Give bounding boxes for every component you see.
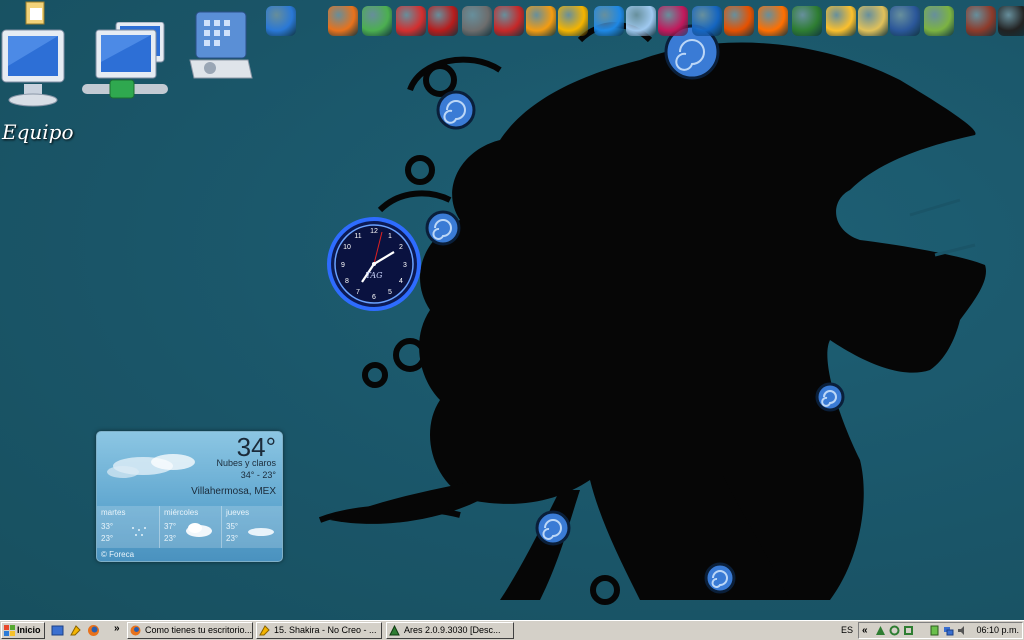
start-label: Inicio [17,625,41,635]
task-ares[interactable]: Ares 2.0.9.3030 [Desc... [386,622,514,639]
svg-text:8: 8 [345,278,349,285]
red-app-icon[interactable] [428,6,458,36]
forecast-low: 23° [226,534,239,543]
ares-tray-icon[interactable] [875,625,886,636]
svg-text:1: 1 [388,233,392,240]
tray-expand-icon[interactable]: « [862,623,868,638]
taskbar: Inicio » Como tienes tu escritorio... 15… [0,620,1024,640]
spinner-icon[interactable] [724,6,754,36]
control-panel-icon[interactable] [188,10,254,82]
svg-text:5: 5 [388,289,392,296]
svg-text:6: 6 [372,294,376,301]
forecast-day-name: jueves [226,508,250,517]
start-button[interactable]: Inicio [1,622,45,639]
battery-tray-icon[interactable] [929,625,940,636]
partly-cloudy-icon [248,528,274,536]
task-label: Ares 2.0.9.3030 [Desc... [404,625,501,635]
weather-range: 34° - 23° [240,470,276,480]
task-label: 15. Shakira - No Creo - ... [274,625,377,635]
recycle-tray-icon[interactable] [889,625,900,636]
forecast-day: miércoles 37° 23° [159,506,220,548]
language-indicator[interactable]: ES [841,623,853,638]
ares-icon[interactable] [792,6,822,36]
forecast-day-name: miércoles [164,508,199,517]
svg-text:11: 11 [354,233,361,240]
cloud-icon [186,523,212,537]
task-label: Como tienes tu escritorio... [145,625,253,635]
svg-text:2: 2 [399,244,403,251]
clock-brand: TAG [365,271,383,280]
pdf-icon[interactable] [494,6,524,36]
google-earth-icon[interactable] [692,6,722,36]
weather-gadget[interactable]: 34° Nubes y claros 34° - 23° Villahermos… [96,431,283,562]
clock-gadget[interactable]: 12 1 2 3 45 6 78 9 10 11 TAG [326,216,422,312]
svg-text:10: 10 [343,244,351,251]
forecast-day: martes 33° 23° [97,506,157,548]
winamp-quicklaunch-icon[interactable] [69,624,82,637]
task-winamp[interactable]: 15. Shakira - No Creo - ... [256,622,382,639]
task-browser[interactable]: Como tienes tu escritorio... [127,622,253,639]
messenger-icon[interactable] [362,6,392,36]
word-icon[interactable] [890,6,920,36]
cloud-icon [107,454,195,478]
taskbar-clock[interactable]: 06:10 p.m. [976,623,1019,638]
ares-icon [389,625,400,636]
quicktime-icon[interactable] [594,6,624,36]
internet-explorer-icon[interactable] [266,6,296,36]
sound-manager-tray-icon[interactable] [903,625,914,636]
show-desktop-icon[interactable] [51,624,64,637]
music-disc-icon[interactable] [758,6,788,36]
winamp-icon[interactable] [558,6,588,36]
network-tray-icon[interactable] [943,625,954,636]
folder-desktop-icon[interactable] [22,0,50,26]
firefox-icon [130,625,141,636]
itunes-icon[interactable] [626,6,656,36]
forecast-low: 23° [164,534,177,543]
quicklaunch-chevron-icon[interactable]: » [114,623,120,634]
media-player-icon[interactable] [526,6,556,36]
media-control-icon[interactable] [998,6,1024,36]
weather-city: Villahermosa, MEX [191,486,276,497]
svg-text:4: 4 [399,278,403,285]
forecast-high: 33° [101,522,114,531]
winamp-icon [259,625,270,636]
quick-launch-dock [262,2,1024,42]
firefox-icon[interactable] [328,6,358,36]
my-computer-icon[interactable] [0,26,70,112]
desktop: Equipo 12 1 2 3 45 6 78 9 10 11 TAG 34° Nu… [0,0,1024,620]
svg-text:12: 12 [370,228,378,235]
weather-brand: © Foreca [101,550,135,559]
system-tray: « 06:10 p.m. [858,622,1023,639]
volume-tray-icon[interactable] [957,625,968,636]
notepad-pen-icon[interactable] [826,6,856,36]
orb-icon[interactable] [658,6,688,36]
folder-icon[interactable] [858,6,888,36]
weather-condition: Nubes y claros [216,458,276,468]
webcam-icon[interactable] [462,6,492,36]
rain-icon [132,527,146,536]
forecast-high: 35° [226,522,239,531]
no-entry-icon[interactable] [396,6,426,36]
document-icon[interactable] [924,6,954,36]
forecast-high: 37° [164,522,177,531]
weather-forecast: martes 33° 23° miércoles 37° 23° jueves … [97,506,282,548]
forecast-day: jueves 35° 23° [221,506,282,548]
forecast-day-name: martes [101,508,126,517]
network-icon[interactable] [82,21,182,108]
firefox-quicklaunch-icon[interactable] [87,624,100,637]
svg-text:7: 7 [356,289,360,296]
game-icon[interactable] [966,6,996,36]
desktop-icon-label: Equipo [2,120,74,144]
svg-text:3: 3 [403,262,407,269]
windows-flag-icon [4,625,15,636]
forecast-low: 23° [101,534,114,543]
svg-text:9: 9 [341,262,345,269]
